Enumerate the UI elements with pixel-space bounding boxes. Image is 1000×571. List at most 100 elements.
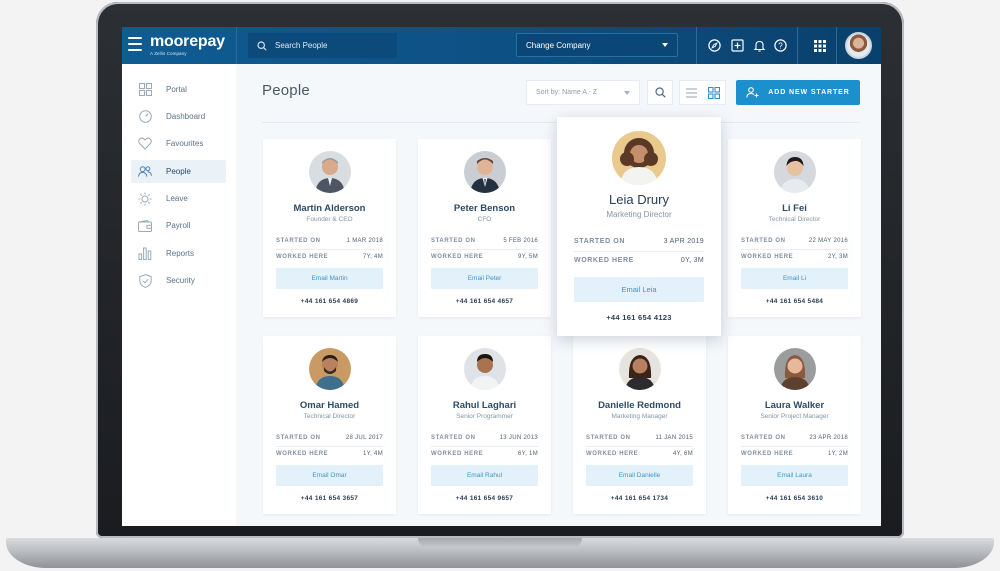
worked-here-row: WORKED HERE 4Y, 6M (586, 451, 693, 457)
person-role: Technical Director (768, 216, 821, 223)
started-on-value: 22 MAY 2016 (808, 238, 848, 244)
plus-square-icon[interactable] (730, 38, 745, 53)
shield-icon (138, 273, 152, 288)
divider (574, 251, 704, 252)
worked-here-row: WORKED HERE 6Y, 1M (431, 451, 538, 457)
change-company-select[interactable]: Change Company (516, 33, 678, 57)
sun-icon (138, 192, 152, 206)
logo[interactable]: moorepay A Zellis Company (150, 33, 225, 57)
avatar (773, 151, 816, 193)
person-card[interactable]: Rahul Laghari Senior Programmer STARTED … (418, 336, 551, 514)
started-on-row: STARTED ON 22 MAY 2016 (741, 238, 848, 244)
started-on-label: STARTED ON (586, 435, 631, 441)
person-card[interactable]: Peter Benson CFO STARTED ON 5 FEB 2016 WO… (418, 139, 551, 317)
search-button[interactable] (647, 80, 673, 105)
hamburger-menu-icon[interactable] (128, 37, 142, 51)
sidebar-item-payroll[interactable]: Payroll (131, 214, 226, 237)
started-on-value: 28 JUL 2017 (345, 435, 383, 441)
started-on-label: STARTED ON (574, 238, 625, 245)
started-on-label: STARTED ON (431, 435, 476, 441)
worked-here-row: WORKED HERE 9Y, 5M (431, 254, 538, 260)
worked-here-value: 2Y, 3M (827, 254, 848, 260)
sidebar-item-reports[interactable]: Reports (131, 242, 226, 265)
logo-tagline: A Zellis Company (150, 51, 187, 56)
person-role: Marketing Director (606, 210, 672, 219)
phone-number: +44 161 654 5484 (765, 298, 824, 305)
email-button[interactable]: Email Peter (431, 268, 538, 289)
person-card[interactable]: Martin Alderson Founder & CEO STARTED ON… (263, 139, 396, 317)
list-view-icon[interactable] (685, 87, 697, 98)
person-name: Li Fei (782, 203, 807, 214)
help-icon[interactable]: ? (773, 38, 788, 53)
person-card[interactable]: Li Fei Technical Director STARTED ON 22 M… (728, 139, 861, 317)
person-role: CFO (477, 216, 492, 223)
grid-view-icon[interactable] (707, 86, 720, 99)
add-user-icon (746, 87, 759, 98)
avatar (463, 348, 506, 390)
sidebar-item-label: Payroll (166, 221, 191, 230)
started-on-value: 23 APR 2018 (809, 435, 848, 441)
email-button[interactable]: Email Leia (574, 277, 704, 302)
email-button[interactable]: Email Martin (276, 268, 383, 289)
compass-icon[interactable] (707, 38, 722, 53)
apps-grid-icon[interactable] (812, 38, 827, 53)
worked-here-value: 6Y, 1M (517, 451, 538, 457)
started-on-value: 5 FEB 2016 (503, 238, 538, 244)
person-card[interactable]: Danielle Redmond Marketing Manager START… (573, 336, 706, 514)
email-button[interactable]: Email Li (741, 268, 848, 289)
worked-here-value: 1Y, 2M (827, 451, 848, 457)
bell-icon[interactable] (752, 38, 767, 53)
gauge-icon (138, 110, 152, 124)
worked-here-row: WORKED HERE 1Y, 2M (741, 451, 848, 457)
started-on-label: STARTED ON (741, 435, 786, 441)
phone-number: +44 161 654 3657 (300, 495, 359, 502)
worked-here-value: 9Y, 5M (517, 254, 538, 260)
sidebar-item-label: Leave (166, 194, 188, 203)
app-screen: moorepay A Zellis Company Change Company… (122, 27, 881, 526)
header-divider (696, 27, 697, 64)
email-button[interactable]: Email Omar (276, 465, 383, 486)
person-name: Peter Benson (453, 203, 516, 214)
people-icon (138, 165, 152, 179)
worked-here-label: WORKED HERE (586, 451, 639, 457)
email-button[interactable]: Email Laura (741, 465, 848, 486)
worked-here-label: WORKED HERE (431, 254, 484, 260)
sidebar-item-leave[interactable]: Leave (131, 187, 226, 210)
avatar (308, 151, 351, 193)
divider (431, 249, 538, 250)
add-new-starter-button[interactable]: ADD NEW STARTER (736, 80, 860, 105)
add-new-starter-label: ADD NEW STARTER (768, 89, 850, 96)
person-card-featured[interactable]: Leia Drury Marketing Director STARTED ON… (557, 117, 721, 336)
person-card[interactable]: Laura Walker Senior Project Manager STAR… (728, 336, 861, 514)
started-on-row: STARTED ON 23 APR 2018 (741, 435, 848, 441)
worked-here-value: 7Y, 4M (362, 254, 383, 260)
worked-here-label: WORKED HERE (431, 451, 484, 457)
sidebar-item-portal[interactable]: Portal (131, 78, 226, 101)
user-avatar[interactable] (845, 32, 872, 59)
sidebar-item-label: Reports (166, 249, 195, 258)
sidebar-item-dashboard[interactable]: Dashboard (131, 105, 226, 128)
worked-here-label: WORKED HERE (574, 257, 634, 264)
search-box[interactable] (248, 33, 397, 58)
phone-number: +44 161 654 9657 (455, 495, 514, 502)
email-button[interactable]: Email Danielle (586, 465, 693, 486)
person-role: Marketing Manager (611, 413, 668, 420)
sidebar: Portal Dashboard Favourites People Leave… (122, 64, 236, 526)
header-divider (836, 27, 837, 64)
worked-here-row: WORKED HERE 7Y, 4M (276, 254, 383, 260)
sort-select[interactable]: Sort by: Name A - Z (526, 80, 640, 105)
phone-number: +44 161 654 1734 (610, 495, 669, 502)
phone-number: +44 161 654 4869 (300, 298, 359, 305)
search-input[interactable] (275, 41, 385, 50)
sidebar-item-people[interactable]: People (131, 160, 226, 183)
worked-here-label: WORKED HERE (276, 451, 329, 457)
started-on-label: STARTED ON (276, 435, 321, 441)
email-button[interactable]: Email Rahul (431, 465, 538, 486)
logo-name: moorepay (150, 33, 225, 50)
sidebar-item-security[interactable]: Security (131, 269, 226, 292)
person-card[interactable]: Omar Hamed Technical Director STARTED ON… (263, 336, 396, 514)
sidebar-item-favourites[interactable]: Favourites (131, 132, 226, 155)
worked-here-row: WORKED HERE 1Y, 4M (276, 451, 383, 457)
divider (741, 446, 848, 447)
divider (741, 249, 848, 250)
